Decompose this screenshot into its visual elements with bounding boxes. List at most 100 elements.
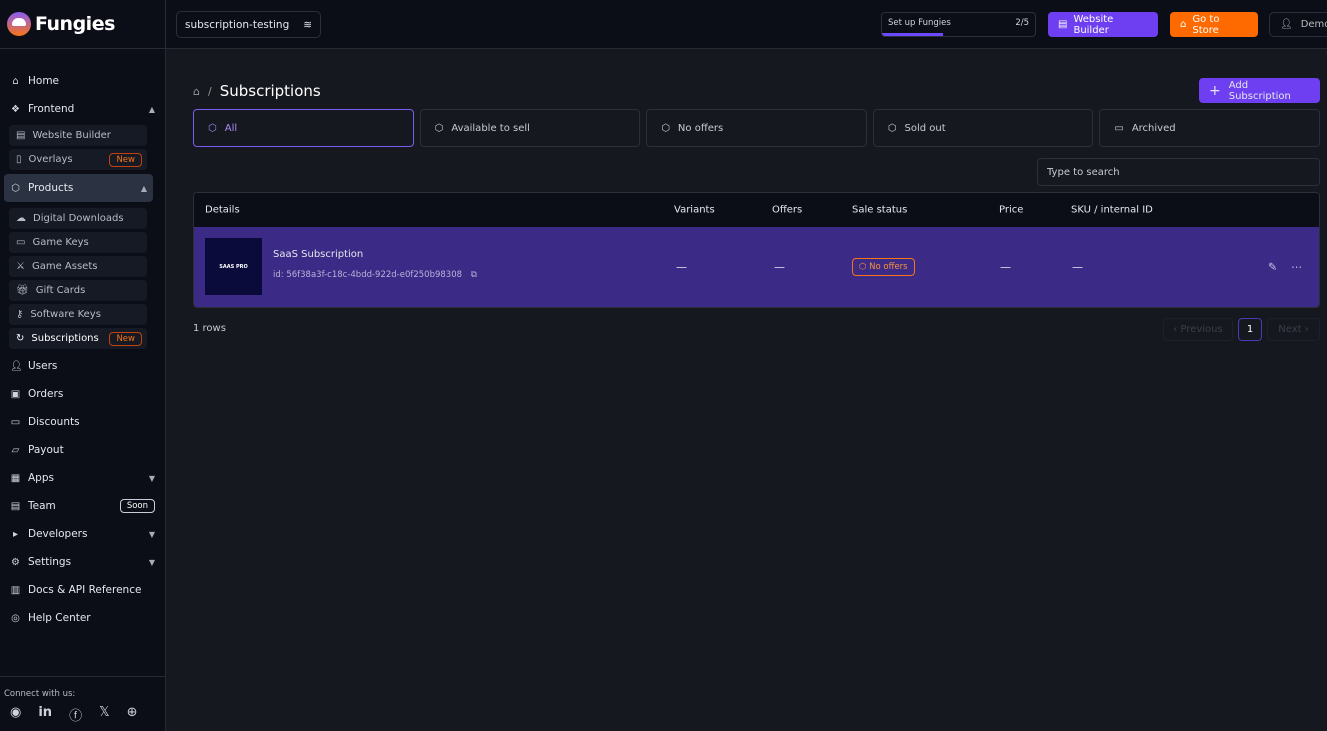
refresh-icon: ↻ [16, 333, 25, 344]
setup-progress-bar [882, 33, 944, 36]
overlay-icon: ▯ [16, 154, 22, 165]
box-icon: ⬡ [11, 182, 20, 194]
builder-icon: ▤ [16, 130, 26, 141]
box-icon: ⬡ [208, 122, 217, 134]
sidebar-item-docs[interactable]: ▥ Docs & API Reference [0, 576, 165, 604]
globe-icon[interactable]: ⊕ [127, 705, 138, 724]
sidebar-item-home[interactable]: ⌂ Home [0, 67, 165, 95]
apps-icon: ▦ [10, 472, 21, 484]
sidebar-item-subscriptions[interactable]: ↻ Subscriptions New [9, 328, 147, 349]
sidebar-item-products[interactable]: ⬡ Products ▲ [4, 174, 153, 202]
chevron-up-icon: ▲ [140, 183, 147, 193]
store-switcher[interactable]: subscription-testing ≋ [176, 11, 322, 38]
tab-sold-out[interactable]: ⬡ Sold out [872, 109, 1094, 147]
rows-count: 1 rows [193, 323, 226, 334]
sidebar-item-discounts[interactable]: ▭ Discounts [0, 408, 165, 436]
x-icon[interactable]: 𝕏 [99, 705, 109, 724]
edit-icon[interactable]: ✎ [1268, 261, 1277, 274]
wallet-icon: ▱ [11, 444, 20, 456]
new-badge: New [109, 331, 142, 346]
search-input[interactable] [1037, 158, 1320, 186]
team-icon: ▤ [10, 500, 21, 512]
chevron-down-icon: ▼ [148, 529, 155, 539]
soon-badge: Soon [119, 499, 155, 513]
subscriptions-table: Details Variants Offers Sale status Pric… [193, 192, 1320, 308]
key-card-icon: ▭ [16, 237, 26, 248]
tab-available-to-sell[interactable]: ⬡ Available to sell [419, 109, 641, 147]
home-icon[interactable]: ⌂ [193, 85, 200, 98]
layers-icon: ≋ [303, 18, 313, 31]
archive-icon: ▭ [1114, 122, 1124, 134]
next-button[interactable]: Next › [1267, 318, 1320, 341]
key-icon: ⚷ [16, 309, 24, 320]
gift-icon: 🎁︎ [16, 285, 29, 296]
product-id: id: 56f38a3f-c18c-4bdd-922d-e0f250b98308 [273, 270, 463, 280]
table-row[interactable]: SAAS PRO SaaS Subscription id: 56f38a3f-… [194, 227, 1319, 307]
connect-section: Connect with us: ◉ in ⓕ 𝕏 ⊕ [0, 676, 165, 731]
website-builder-button[interactable]: ▤ Website Builder [1048, 12, 1158, 37]
fungies-logo-icon [7, 12, 31, 36]
breadcrumb: ⌂ / Subscriptions [193, 82, 321, 100]
sidebar-item-help[interactable]: ◎ Help Center [0, 604, 165, 632]
sidebar-item-settings[interactable]: ⚙ Settings ▼ [0, 548, 165, 576]
sidebar-item-overlays[interactable]: ▯ Overlays New [9, 149, 147, 170]
orders-icon: ▣ [10, 388, 21, 400]
sidebar: Fungies ⌂ Home ❖ Frontend ▲ ▤ Website Builde… [0, 0, 166, 731]
page-1-button[interactable]: 1 [1238, 318, 1262, 341]
box-icon: ⬡ [859, 262, 870, 272]
store-icon: ⌂ [1180, 19, 1187, 30]
sidebar-item-gift-cards[interactable]: 🎁︎ Gift Cards [9, 280, 147, 301]
logo[interactable]: Fungies [0, 0, 165, 49]
sidebar-item-apps[interactable]: ▦ Apps ▼ [0, 464, 165, 492]
gear-icon: ⚙ [11, 556, 20, 568]
chevron-down-icon: ▼ [148, 557, 155, 567]
tab-no-offers[interactable]: ⬡ No offers [646, 109, 867, 147]
sidebar-item-developers[interactable]: ▸ Developers ▼ [0, 520, 165, 548]
tab-archived[interactable]: ▭ Archived [1099, 109, 1320, 147]
tab-all[interactable]: ⬡ All [193, 109, 414, 147]
copy-icon[interactable]: ⧉ [471, 270, 477, 280]
more-icon[interactable]: ⋯ [1291, 261, 1302, 274]
setup-progress[interactable]: Set up Fungies 2/5 [881, 12, 1036, 37]
box-icon: ⬡ [434, 122, 444, 134]
top-header: subscription-testing ≋ Set up Fungies 2/5 … [166, 0, 1327, 49]
users-icon: 👤︎ [10, 360, 23, 372]
table-header: Details Variants Offers Sale status Pric… [194, 193, 1319, 227]
facebook-icon[interactable]: ⓕ [69, 705, 82, 724]
user-icon: 👤︎ [1280, 19, 1293, 30]
sidebar-item-software-keys[interactable]: ⚷ Software Keys [9, 304, 147, 325]
box-icon: ⬡ [661, 122, 670, 134]
chevron-up-icon: ▲ [148, 104, 155, 114]
cloud-icon: ☁ [16, 213, 26, 224]
new-badge: New [109, 152, 142, 167]
sidebar-item-frontend[interactable]: ❖ Frontend ▲ [0, 95, 165, 123]
sidebar-item-game-assets[interactable]: ⚔ Game Assets [9, 256, 147, 277]
chevron-down-icon: ▼ [148, 473, 155, 483]
box-icon: ⬡ [887, 122, 897, 134]
sword-icon: ⚔ [16, 261, 25, 272]
terminal-icon: ▸ [12, 528, 19, 540]
frontend-icon: ❖ [11, 103, 20, 115]
home-icon: ⌂ [12, 75, 19, 87]
status-badge: ⬡ No offers [852, 258, 915, 276]
sidebar-item-users[interactable]: 👤︎ Users [0, 352, 165, 380]
go-to-store-button[interactable]: ⌂ Go to Store [1170, 12, 1258, 37]
plus-icon: + [1209, 82, 1221, 99]
help-icon: ◎ [11, 612, 20, 624]
discord-icon[interactable]: ◉ [10, 705, 21, 724]
builder-icon: ▤ [1058, 19, 1068, 30]
linkedin-icon[interactable]: in [38, 705, 52, 724]
ticket-icon: ▭ [10, 416, 21, 428]
sidebar-item-team[interactable]: ▤ Team Soon [0, 492, 165, 520]
product-thumbnail: SAAS PRO [205, 238, 262, 295]
product-name[interactable]: SaaS Subscription [273, 249, 363, 260]
sidebar-item-game-keys[interactable]: ▭ Game Keys [9, 232, 147, 253]
page-title: Subscriptions [219, 82, 321, 100]
sidebar-item-digital-downloads[interactable]: ☁ Digital Downloads [9, 208, 147, 229]
sidebar-item-payout[interactable]: ▱ Payout [0, 436, 165, 464]
sidebar-item-website-builder[interactable]: ▤ Website Builder [9, 125, 147, 146]
previous-button[interactable]: ‹ Previous [1163, 318, 1233, 341]
add-subscription-button[interactable]: + Add Subscription [1199, 78, 1320, 103]
user-menu[interactable]: 👤︎Demo [1269, 12, 1327, 37]
sidebar-item-orders[interactable]: ▣ Orders [0, 380, 165, 408]
